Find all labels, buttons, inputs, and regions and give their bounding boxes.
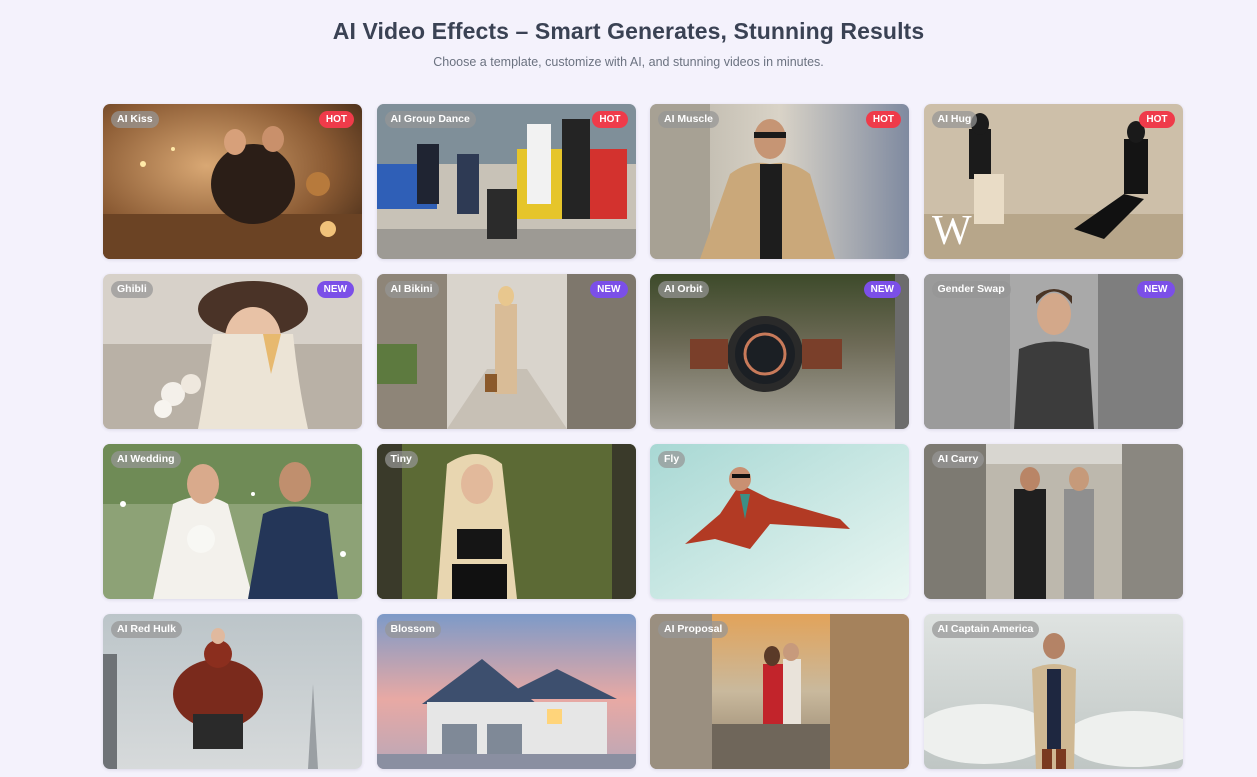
hot-badge: HOT (1139, 111, 1175, 128)
effect-label: Blossom (384, 621, 441, 638)
effect-card-ai-proposal[interactable]: AI Proposal (650, 614, 909, 769)
effect-label: Gender Swap (931, 281, 1011, 298)
effect-label: AI Muscle (658, 111, 720, 128)
effect-card-ai-orbit[interactable]: AI Orbit NEW (650, 274, 909, 429)
svg-text:W: W (932, 208, 972, 254)
hot-badge: HOT (592, 111, 628, 128)
new-badge: NEW (863, 281, 901, 298)
effect-label: Tiny (384, 451, 418, 468)
hot-badge: HOT (318, 111, 354, 128)
effect-label: Ghibli (111, 281, 153, 298)
effect-label: AI Wedding (111, 451, 181, 468)
effect-card-ai-red-hulk[interactable]: AI Red Hulk (103, 614, 362, 769)
effect-label: AI Carry (931, 451, 985, 468)
hot-badge: HOT (865, 111, 901, 128)
effect-card-ai-captain-america[interactable]: AI Captain America (923, 614, 1183, 769)
effect-label: AI Bikini (384, 281, 439, 298)
effect-card-blossom[interactable]: Blossom (376, 614, 636, 769)
effect-card-ai-bikini[interactable]: AI Bikini NEW (376, 274, 636, 429)
effect-card-tiny[interactable]: Tiny (376, 444, 636, 599)
thumbnail-image (650, 444, 909, 599)
effect-card-ai-carry[interactable]: AI Carry (923, 444, 1183, 599)
effect-label: AI Orbit (658, 281, 709, 298)
effect-label: AI Group Dance (384, 111, 476, 128)
effect-label: AI Kiss (111, 111, 159, 128)
effect-card-ghibli[interactable]: Ghibli NEW (103, 274, 362, 429)
effect-label: AI Hug (931, 111, 978, 128)
effect-card-ai-muscle[interactable]: AI Muscle HOT (650, 104, 909, 259)
effect-label: AI Red Hulk (111, 621, 182, 638)
page-title: AI Video Effects – Smart Generates, Stun… (332, 18, 925, 44)
new-badge: NEW (590, 281, 628, 298)
effect-card-ai-group-dance[interactable]: AI Group Dance HOT (376, 104, 636, 259)
effect-card-gender-swap[interactable]: Gender Swap NEW (923, 274, 1183, 429)
effect-card-ai-wedding[interactable]: AI Wedding (103, 444, 362, 599)
effect-card-ai-kiss[interactable]: AI Kiss HOT (103, 104, 362, 259)
new-badge: NEW (1137, 281, 1175, 298)
effects-grid: AI Kiss HOT AI Group Dance HOT AI Muscle… (103, 104, 1183, 769)
effect-label: AI Captain America (931, 621, 1040, 638)
effect-card-fly[interactable]: Fly (650, 444, 909, 599)
effect-card-ai-hug[interactable]: W AI Hug HOT (923, 104, 1183, 259)
page-header: AI Video Effects – Smart Generates, Stun… (0, 0, 1257, 70)
effect-label: Fly (658, 451, 686, 468)
thumbnail-image (376, 444, 636, 599)
new-badge: NEW (316, 281, 354, 298)
page-subtitle: Choose a template, customize with AI, an… (433, 55, 824, 69)
effect-label: AI Proposal (658, 621, 729, 638)
